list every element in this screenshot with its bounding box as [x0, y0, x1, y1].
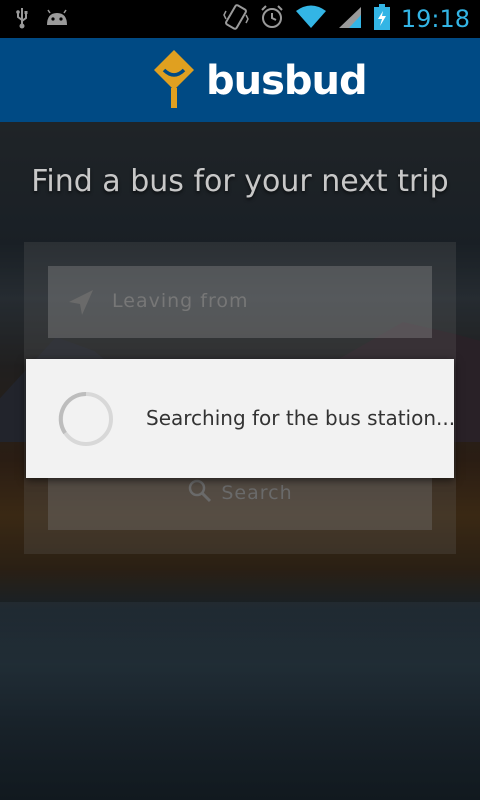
battery-charging-icon [373, 3, 391, 35]
leaving-from-field[interactable]: Leaving from [48, 266, 432, 338]
status-right-icons: 19:18 [222, 3, 470, 35]
busbud-pin-icon [150, 48, 198, 114]
clock: 19:18 [400, 5, 470, 33]
signal-icon [337, 5, 363, 33]
progress-dialog: Searching for the bus station... [26, 359, 456, 478]
status-left-icons [14, 7, 70, 33]
leaving-from-placeholder: Leaving from [112, 290, 249, 312]
status-bar: 19:18 [0, 0, 480, 38]
wifi-icon [295, 5, 327, 33]
page-headline: Find a bus for your next trip [31, 164, 449, 199]
alarm-icon [259, 4, 285, 34]
logo-text: busbud [206, 58, 368, 104]
location-arrow-icon [66, 288, 96, 322]
usb-icon [14, 7, 30, 33]
loading-spinner-icon [56, 389, 116, 453]
search-icon [187, 478, 213, 508]
dialog-message: Searching for the bus station... [146, 406, 456, 430]
app-bar: busbud [0, 38, 480, 122]
vibrate-icon [222, 3, 249, 35]
search-button-label: Search [221, 482, 293, 504]
busbud-logo: busbud [150, 48, 368, 114]
android-debug-icon [44, 9, 70, 31]
